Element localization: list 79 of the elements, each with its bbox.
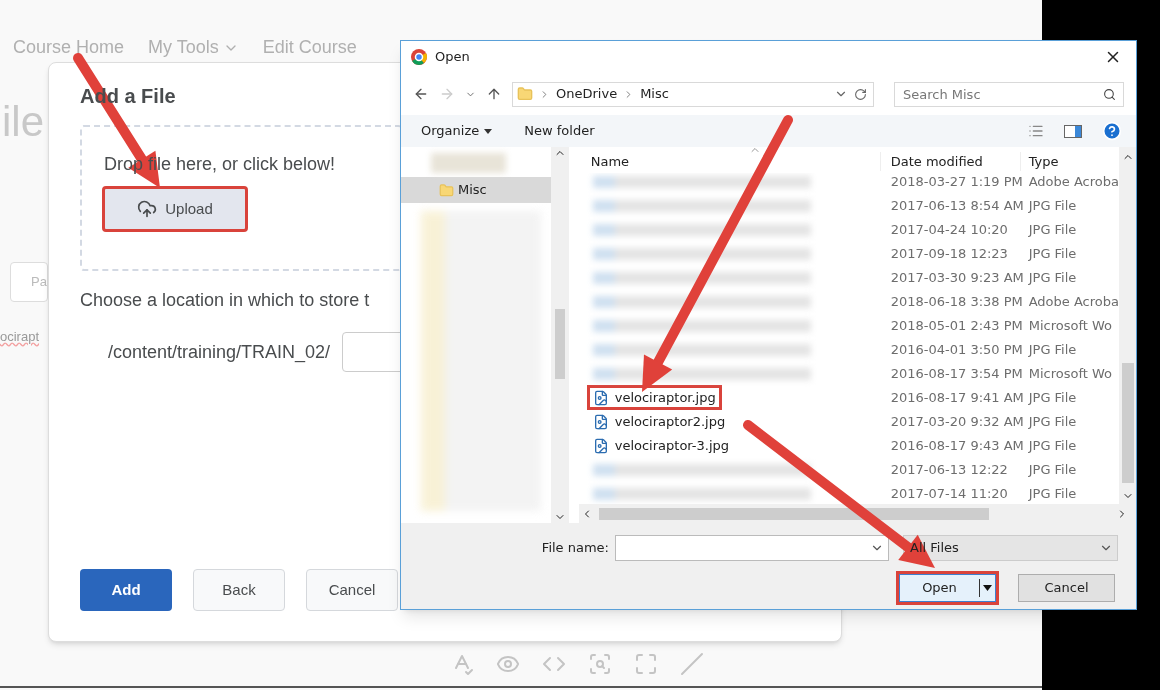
file-item[interactable]: velociraptor2.jpg xyxy=(586,408,732,435)
modal-button[interactable]: Back xyxy=(193,569,285,611)
type-cell-text: JPG File xyxy=(1027,221,1077,240)
caret-icon xyxy=(983,585,992,591)
date-cell-text: 2017-03-30 9:23 AM xyxy=(889,269,1021,288)
column-header[interactable]: Type xyxy=(1020,151,1059,171)
file-item[interactable]: velociraptor-3.jpg xyxy=(586,432,736,459)
find-icon[interactable] xyxy=(588,652,612,676)
type-cell-text: JPG File xyxy=(1027,197,1077,216)
file-type-dropdown[interactable]: All Files xyxy=(903,535,1118,561)
breadcrumb-item[interactable]: Misc xyxy=(640,84,669,104)
type-cell-text: JPG File xyxy=(1027,485,1077,504)
date-cell-text: 2016-08-17 9:41 AM xyxy=(889,389,1021,408)
search-icon xyxy=(1103,87,1116,101)
file-name-field[interactable] xyxy=(615,535,889,561)
type-cell-text: JPG File xyxy=(1027,389,1077,408)
dialog-button[interactable]: Cancel xyxy=(1018,574,1115,602)
date-cell-text: 2016-08-17 3:54 PM xyxy=(889,365,1021,384)
slash-icon[interactable] xyxy=(680,652,704,676)
date-cell-text: 2016-04-01 3:50 PM xyxy=(889,341,1021,360)
type-cell-text: JPG File xyxy=(1027,245,1077,264)
image-file-icon xyxy=(592,413,609,430)
scrollbar-thumb[interactable] xyxy=(598,507,989,520)
dialog-button[interactable]: Open xyxy=(899,574,996,602)
refresh-icon[interactable] xyxy=(854,87,867,101)
type-cell-text: JPG File xyxy=(1027,269,1077,288)
date-cell-text: 2018-03-27 1:19 PM xyxy=(889,173,1021,192)
caret-icon xyxy=(484,128,493,134)
image-file-icon xyxy=(592,437,609,454)
type-cell-text: Adobe Acroba xyxy=(1027,293,1119,312)
back-icon[interactable] xyxy=(413,86,429,102)
image-file-icon xyxy=(592,389,609,406)
date-cell-text: 2017-06-13 8:54 AM xyxy=(889,197,1021,216)
cloud-upload-icon xyxy=(137,199,158,219)
modal-button[interactable]: Add xyxy=(80,569,172,611)
location-label: Choose a location in which to store t xyxy=(80,289,370,312)
date-cell-text: 2017-07-14 11:20 xyxy=(889,485,1009,504)
address-bar[interactable]: OneDrive Misc xyxy=(512,81,874,107)
breadcrumb-item[interactable]: OneDrive xyxy=(556,84,618,104)
help-icon[interactable] xyxy=(1102,121,1122,141)
date-cell-text: 2018-06-18 3:38 PM xyxy=(889,293,1021,312)
modal-button[interactable]: Cancel xyxy=(306,569,398,611)
vertical-scrollbar[interactable] xyxy=(550,147,569,523)
nav-item[interactable]: Misc xyxy=(401,177,551,203)
browser-logo-icon xyxy=(411,49,427,65)
type-cell-text: JPG File xyxy=(1027,341,1077,360)
column-header[interactable]: Name xyxy=(590,151,630,171)
vertical-scrollbar[interactable] xyxy=(1119,147,1136,504)
view-options-icon[interactable] xyxy=(1028,123,1044,139)
search-field[interactable]: Search Misc xyxy=(894,81,1124,107)
type-cell-text: JPG File xyxy=(1027,413,1077,432)
dialog-title: Open xyxy=(435,48,470,67)
date-cell-text: 2017-04-24 10:20 xyxy=(889,221,1009,240)
type-cell-text: JPG File xyxy=(1027,461,1077,480)
toolbar-button[interactable]: New folder xyxy=(524,121,595,141)
preview-pane-icon[interactable] xyxy=(1064,124,1082,138)
scrollbar-thumb[interactable] xyxy=(554,309,565,379)
fullscreen-icon[interactable] xyxy=(634,652,658,676)
up-icon[interactable] xyxy=(486,86,502,102)
column-header[interactable]: Date modified xyxy=(880,151,1021,171)
folder-icon xyxy=(517,86,533,102)
folder-path: /content/training/TRAIN_02/ xyxy=(108,340,331,365)
date-cell-text: 2016-08-17 9:43 AM xyxy=(889,437,1021,456)
type-cell-text: Adobe Acroba xyxy=(1027,173,1119,192)
folder-icon xyxy=(439,182,454,198)
type-cell-text: JPG File xyxy=(1027,437,1077,456)
upload-button[interactable]: Upload xyxy=(102,186,248,232)
type-cell-text: Microsoft Wo xyxy=(1027,317,1113,336)
date-cell-text: 2017-09-18 12:23 xyxy=(889,245,1009,264)
date-cell-text: 2017-03-20 9:32 AM xyxy=(889,413,1021,432)
scrollbar-thumb[interactable] xyxy=(1121,363,1134,483)
date-cell-text: 2018-05-01 2:43 PM xyxy=(889,317,1021,336)
horizontal-scrollbar[interactable] xyxy=(578,504,1136,523)
type-cell-text: Microsoft Wo xyxy=(1027,365,1113,384)
file-item[interactable]: velociraptor.jpg xyxy=(586,384,722,411)
toolbar-button[interactable]: Organize xyxy=(421,121,493,141)
file-name-label: File name: xyxy=(541,539,609,558)
forward-icon[interactable] xyxy=(439,86,455,102)
date-cell-text: 2017-06-13 12:22 xyxy=(889,461,1009,480)
